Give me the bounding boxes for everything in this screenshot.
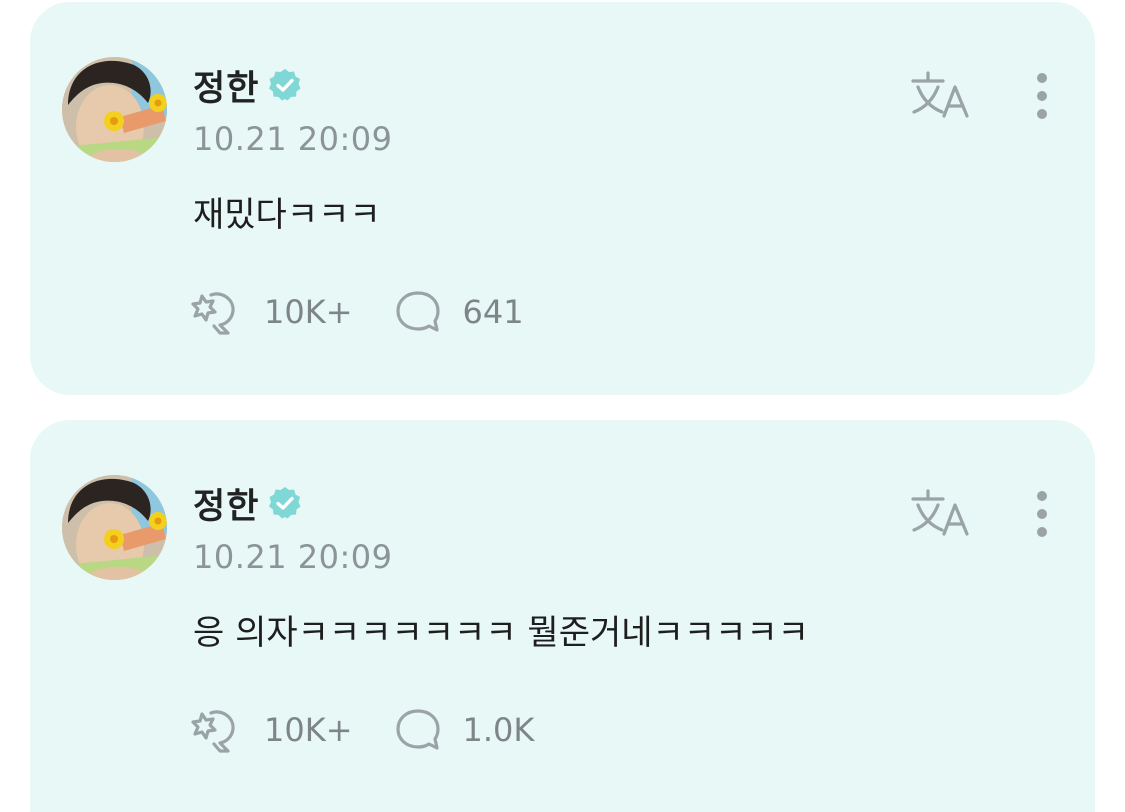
post-card[interactable]: 정한 10.21 20:09 재밌다ㅋㅋㅋ 10K+ 641 bbox=[30, 2, 1095, 395]
post-timestamp: 10.21 20:09 bbox=[193, 120, 393, 158]
like-button[interactable]: 10K+ bbox=[190, 286, 353, 338]
comment-icon bbox=[395, 709, 440, 750]
like-count: 10K+ bbox=[264, 293, 353, 331]
post-card[interactable]: 정한 10.21 20:09 응 의자ㅋㅋㅋㅋㅋㅋㅋ 뭘준거네ㅋㅋㅋㅋㅋ 10K… bbox=[30, 420, 1095, 812]
comment-count: 1.0K bbox=[462, 711, 535, 749]
author-row: 정한 bbox=[193, 60, 303, 110]
avatar-image bbox=[62, 57, 167, 162]
comment-icon bbox=[395, 291, 440, 332]
avatar[interactable] bbox=[62, 57, 167, 162]
post-text: 응 의자ㅋㅋㅋㅋㅋㅋㅋ 뭘준거네ㅋㅋㅋㅋㅋ bbox=[193, 613, 809, 653]
like-icon bbox=[191, 292, 235, 335]
post-text: 재밌다ㅋㅋㅋ bbox=[193, 195, 381, 235]
translate-icon[interactable] bbox=[910, 486, 972, 538]
verified-badge-icon bbox=[269, 487, 301, 519]
author-name[interactable]: 정한 bbox=[193, 478, 259, 529]
post-timestamp: 10.21 20:09 bbox=[193, 538, 393, 576]
author-row: 정한 bbox=[193, 478, 303, 528]
post-stats: 10K+ 1.0K bbox=[190, 705, 534, 755]
avatar-image bbox=[62, 475, 167, 580]
author-name[interactable]: 정한 bbox=[193, 60, 259, 111]
comment-button[interactable]: 1.0K bbox=[395, 707, 535, 753]
avatar[interactable] bbox=[62, 475, 167, 580]
translate-icon[interactable] bbox=[910, 68, 972, 120]
like-icon bbox=[191, 710, 235, 753]
verified-badge-icon bbox=[269, 69, 301, 101]
comment-button[interactable]: 641 bbox=[395, 289, 524, 335]
more-options-icon[interactable] bbox=[1026, 68, 1058, 124]
post-stats: 10K+ 641 bbox=[190, 287, 524, 337]
like-count: 10K+ bbox=[264, 711, 353, 749]
comment-count: 641 bbox=[462, 293, 524, 331]
more-options-icon[interactable] bbox=[1026, 486, 1058, 542]
post-feed: 정한 10.21 20:09 재밌다ㅋㅋㅋ 10K+ 641 정한 10.21 … bbox=[0, 0, 1125, 812]
like-button[interactable]: 10K+ bbox=[190, 704, 353, 756]
